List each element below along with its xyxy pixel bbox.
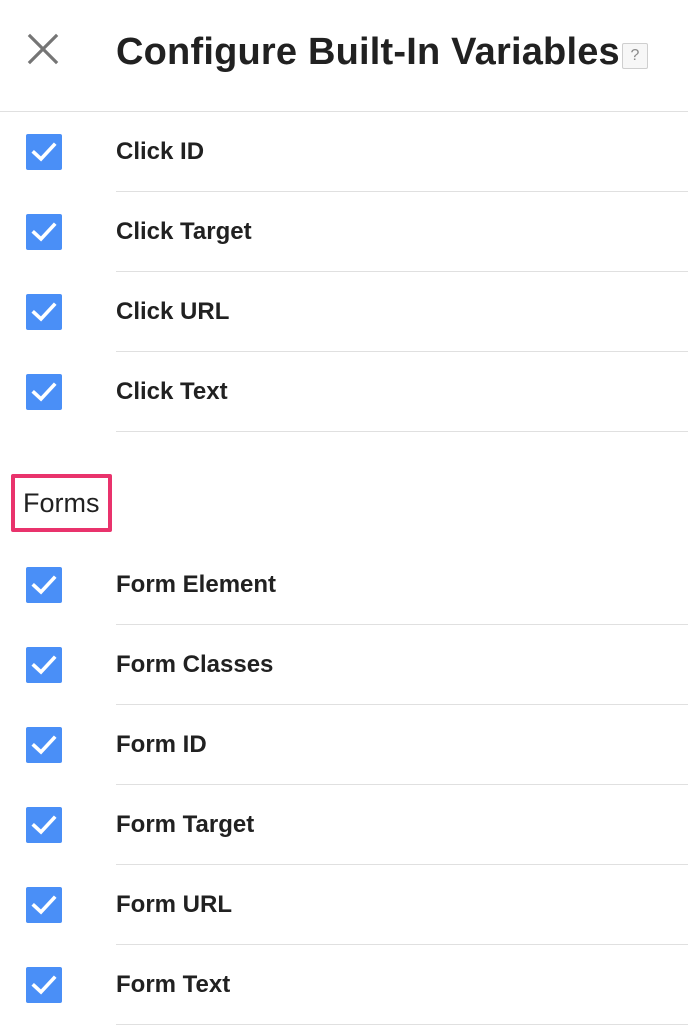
checkbox-click-target[interactable] xyxy=(26,214,62,250)
checkmark-icon xyxy=(31,735,57,755)
section-heading-forms: Forms xyxy=(11,474,112,532)
variable-row-form-target[interactable]: Form Target xyxy=(0,785,688,865)
variable-label: Click ID xyxy=(116,138,205,165)
checkbox-form-id[interactable] xyxy=(26,727,62,763)
variable-row-click-text[interactable]: Click Text xyxy=(0,352,688,432)
checkmark-icon xyxy=(31,815,57,835)
checkmark-icon xyxy=(31,655,57,675)
variable-label: Form Element xyxy=(116,571,277,598)
variable-row-form-id[interactable]: Form ID xyxy=(0,705,688,785)
variable-row-click-target[interactable]: Click Target xyxy=(0,192,688,272)
checkmark-icon xyxy=(31,142,57,162)
variable-label: Click Text xyxy=(116,378,228,405)
page-title: Configure Built-In Variables xyxy=(116,31,620,73)
variable-label: Form ID xyxy=(116,731,207,758)
checkmark-icon xyxy=(31,975,57,995)
variable-label: Click Target xyxy=(116,218,252,245)
variable-label: Form Text xyxy=(116,971,231,998)
variable-label: Click URL xyxy=(116,298,230,325)
help-icon[interactable]: ? xyxy=(622,43,648,69)
checkmark-icon xyxy=(31,222,57,242)
close-icon xyxy=(27,33,59,65)
checkbox-form-target[interactable] xyxy=(26,807,62,843)
checkmark-icon xyxy=(31,382,57,402)
checkmark-icon xyxy=(31,302,57,322)
checkbox-form-text[interactable] xyxy=(26,967,62,1003)
divider xyxy=(116,1024,688,1025)
checkmark-icon xyxy=(31,575,57,595)
variable-label: Form Target xyxy=(116,811,255,838)
checkbox-form-url[interactable] xyxy=(26,887,62,923)
variable-label: Form Classes xyxy=(116,651,274,678)
divider xyxy=(116,431,688,432)
dialog-header: Configure Built-In Variables ? xyxy=(0,0,688,112)
variable-row-form-element[interactable]: Form Element xyxy=(0,545,688,625)
variable-row-form-text[interactable]: Form Text xyxy=(0,945,688,1025)
variable-label: Form URL xyxy=(116,891,232,918)
variable-row-form-classes[interactable]: Form Classes xyxy=(0,625,688,705)
checkbox-click-text[interactable] xyxy=(26,374,62,410)
checkmark-icon xyxy=(31,895,57,915)
variable-row-click-url[interactable]: Click URL xyxy=(0,272,688,352)
variable-row-form-url[interactable]: Form URL xyxy=(0,865,688,945)
checkbox-click-id[interactable] xyxy=(26,134,62,170)
checkbox-form-element[interactable] xyxy=(26,567,62,603)
variable-row-click-id[interactable]: Click ID xyxy=(0,112,688,192)
checkbox-form-classes[interactable] xyxy=(26,647,62,683)
close-button[interactable] xyxy=(26,32,62,68)
checkbox-click-url[interactable] xyxy=(26,294,62,330)
